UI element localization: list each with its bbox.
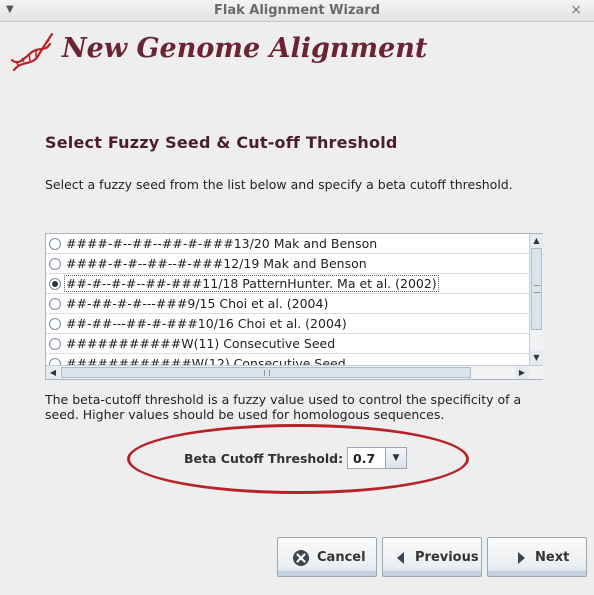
list-item[interactable]: ####-#--##--##-#-###13/20 Mak and Benson: [46, 234, 529, 254]
seed-label: ####-#-#--##--#-###12/19 Mak and Benson: [66, 256, 367, 271]
scroll-down-icon[interactable]: ▼: [530, 351, 543, 365]
window-title: Flak Alignment Wizard: [213, 3, 381, 18]
radio-button[interactable]: [49, 338, 61, 350]
cancel-button[interactable]: Cancel: [277, 537, 377, 577]
list-item[interactable]: ##-#--#-#--##-###11/18 PatternHunter. Ma…: [46, 274, 529, 294]
vertical-scrollbar[interactable]: ▲ ▼: [529, 234, 543, 365]
seed-label: ##-##---##-#-###10/16 Choi et al. (2004): [66, 316, 347, 331]
list-item[interactable]: ###########W(11) Consecutive Seed: [46, 334, 529, 354]
scroll-right-icon[interactable]: ▶: [515, 366, 529, 379]
seed-list-viewport: ####-#--##--##-#-###13/20 Mak and Benson…: [46, 234, 529, 365]
beta-cutoff-label: Beta Cutoff Threshold:: [184, 451, 344, 466]
step-title: Select Fuzzy Seed & Cut-off Threshold: [45, 133, 398, 152]
next-label: Next: [535, 550, 570, 565]
seed-label: ####-#--##--##-#-###13/20 Mak and Benson: [66, 236, 378, 251]
threshold-description: The beta-cutoff threshold is a fuzzy val…: [45, 392, 522, 422]
beta-cutoff-value: 0.7: [353, 451, 376, 466]
cancel-icon: [293, 550, 309, 566]
seed-label: ##-##-#-#---###9/15 Choi et al. (2004): [66, 296, 329, 311]
chevron-right-icon: [518, 552, 525, 564]
radio-button[interactable]: [49, 258, 61, 270]
list-item[interactable]: ############W(12) Consecutive Seed: [46, 354, 529, 365]
seed-label: ##-#--#-#--##-###11/18 PatternHunter. Ma…: [64, 275, 439, 292]
dna-helix-icon: [10, 32, 54, 72]
horizontal-scroll-thumb[interactable]: [61, 367, 471, 378]
radio-button-selected[interactable]: [49, 278, 61, 290]
previous-button[interactable]: Previous: [382, 537, 482, 577]
list-item[interactable]: ####-#-#--##--#-###12/19 Mak and Benson: [46, 254, 529, 274]
seed-label: ############W(12) Consecutive Seed: [66, 356, 346, 365]
close-icon[interactable]: ×: [570, 2, 582, 18]
scroll-left-icon[interactable]: ◀: [46, 366, 60, 379]
radio-button[interactable]: [49, 358, 61, 365]
next-button[interactable]: Next: [487, 537, 587, 577]
radio-button[interactable]: [49, 298, 61, 310]
radio-button[interactable]: [49, 238, 61, 250]
step-instruction: Select a fuzzy seed from the list below …: [45, 177, 513, 192]
radio-button[interactable]: [49, 318, 61, 330]
seed-label: ###########W(11) Consecutive Seed: [66, 336, 336, 351]
horizontal-scrollbar[interactable]: ◀ ▶: [46, 365, 543, 379]
wizard-header-title: New Genome Alignment: [62, 33, 428, 64]
beta-cutoff-select[interactable]: 0.7 ▼: [347, 447, 407, 469]
seed-list[interactable]: ####-#--##--##-#-###13/20 Mak and Benson…: [45, 233, 543, 380]
vertical-scroll-thumb[interactable]: [531, 248, 542, 330]
chevron-down-icon[interactable]: ▼: [385, 448, 406, 468]
cancel-label: Cancel: [317, 550, 366, 565]
list-item[interactable]: ##-##---##-#-###10/16 Choi et al. (2004): [46, 314, 529, 334]
window-titlebar: ▼ Flak Alignment Wizard ×: [0, 0, 594, 22]
scroll-up-icon[interactable]: ▲: [530, 234, 543, 248]
previous-label: Previous: [415, 550, 479, 565]
list-item[interactable]: ##-##-#-#---###9/15 Choi et al. (2004): [46, 294, 529, 314]
chevron-left-icon: [397, 552, 404, 564]
